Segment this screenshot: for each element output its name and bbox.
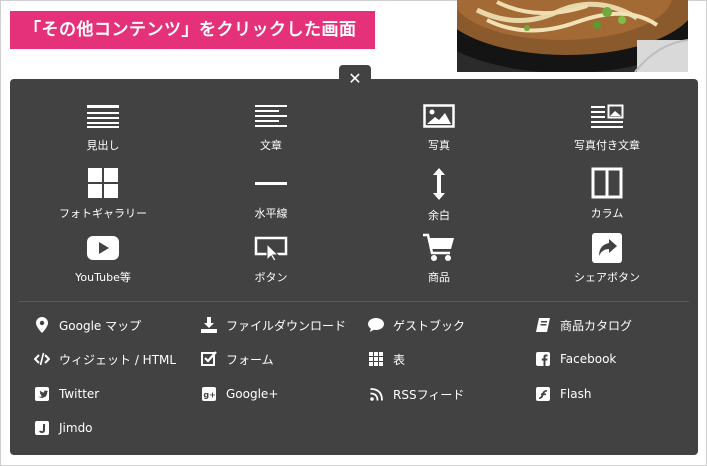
download-icon [201, 317, 217, 333]
comment-icon [368, 317, 384, 333]
google-plus-icon: g+ [201, 386, 217, 402]
tile-gallery[interactable]: フォトギャラリー [18, 155, 188, 220]
link-facebook[interactable]: Facebook [535, 349, 616, 369]
tile-text[interactable]: 文章 [186, 89, 356, 153]
link-widget-html[interactable]: ウィジェット / HTML [34, 349, 176, 369]
tile-horizontal-line[interactable]: 水平線 [186, 155, 356, 220]
divider [19, 301, 689, 302]
flash-icon [535, 386, 551, 402]
link-label: ファイルダウンロード [226, 318, 347, 333]
tile-label: ボタン [254, 271, 288, 284]
catalog-icon [535, 317, 551, 333]
close-button[interactable]: ✕ [339, 65, 371, 91]
cart-icon [419, 233, 459, 263]
tile-heading[interactable]: 見出し [18, 89, 188, 153]
link-product-catalog[interactable]: 商品カタログ [535, 315, 632, 335]
svg-text:g+: g+ [203, 390, 215, 399]
tile-label: シェアボタン [574, 271, 640, 284]
tile-share[interactable]: シェアボタン [522, 221, 692, 285]
link-jimdo[interactable]: Jimdo [34, 418, 93, 438]
gallery-icon [83, 167, 123, 199]
horizontal-line-icon [251, 167, 291, 199]
tile-label: 写真付き文章 [574, 139, 640, 152]
link-label: Twitter [59, 387, 100, 401]
photo-text-icon [587, 101, 627, 131]
tile-photo-text[interactable]: 写真付き文章 [522, 89, 692, 153]
link-twitter[interactable]: Twitter [34, 384, 99, 404]
link-table[interactable]: 表 [368, 349, 405, 369]
content-picker-panel: 見出し 文章 写真 写真付き文章 フォトギャラリー 水平線 余白 カラム You… [10, 79, 698, 455]
tile-column[interactable]: カラム [522, 155, 692, 220]
spacing-icon [419, 167, 459, 201]
tile-label: 水平線 [254, 207, 288, 220]
tile-spacing[interactable]: 余白 [354, 155, 524, 222]
jimdo-icon [34, 420, 50, 436]
rss-icon [368, 386, 384, 402]
link-file-download[interactable]: ファイルダウンロード [201, 315, 346, 335]
link-google-map[interactable]: Google マップ [34, 315, 141, 335]
facebook-icon [535, 351, 551, 367]
heading-icon [83, 101, 123, 131]
tile-label: カラム [590, 207, 624, 220]
link-rss[interactable]: RSSフィード [368, 384, 464, 404]
tile-label: 商品 [428, 271, 450, 284]
link-guestbook[interactable]: ゲストブック [368, 315, 465, 335]
button-icon [251, 233, 291, 263]
link-google-plus[interactable]: g+ Google+ [201, 384, 278, 404]
link-form[interactable]: フォーム [201, 349, 274, 369]
tile-label: YouTube等 [75, 271, 131, 284]
link-label: Google+ [226, 387, 279, 401]
tile-label: 見出し [86, 139, 120, 152]
share-icon [587, 233, 627, 263]
link-label: RSSフィード [393, 387, 465, 402]
text-icon [251, 101, 291, 131]
tile-product[interactable]: 商品 [354, 221, 524, 285]
ramen-photo [457, 0, 688, 72]
youtube-icon [83, 233, 123, 263]
link-label: ウィジェット / HTML [59, 352, 177, 367]
link-label: 商品カタログ [560, 318, 633, 333]
link-label: Google マップ [59, 318, 142, 333]
column-icon [587, 167, 627, 199]
tile-label: 文章 [260, 139, 282, 152]
caption-banner: 「その他コンテンツ」をクリックした画面 [10, 11, 375, 49]
twitter-icon [34, 386, 50, 402]
close-icon: ✕ [348, 68, 362, 88]
checkbox-icon [201, 351, 217, 367]
tile-label: 写真 [428, 139, 450, 152]
link-label: Jimdo [59, 421, 93, 435]
map-pin-icon [34, 317, 50, 333]
tile-button[interactable]: ボタン [186, 221, 356, 285]
tile-photo[interactable]: 写真 [354, 89, 524, 153]
link-label: フォーム [226, 352, 274, 367]
link-label: Facebook [560, 352, 617, 366]
link-label: ゲストブック [393, 318, 466, 333]
photo-icon [419, 101, 459, 131]
link-label: Flash [560, 387, 592, 401]
link-flash[interactable]: Flash [535, 384, 591, 404]
tile-label: フォトギャラリー [59, 207, 147, 220]
code-icon [34, 351, 50, 367]
table-icon [368, 351, 384, 367]
tile-youtube[interactable]: YouTube等 [18, 221, 188, 285]
link-label: 表 [393, 352, 406, 367]
